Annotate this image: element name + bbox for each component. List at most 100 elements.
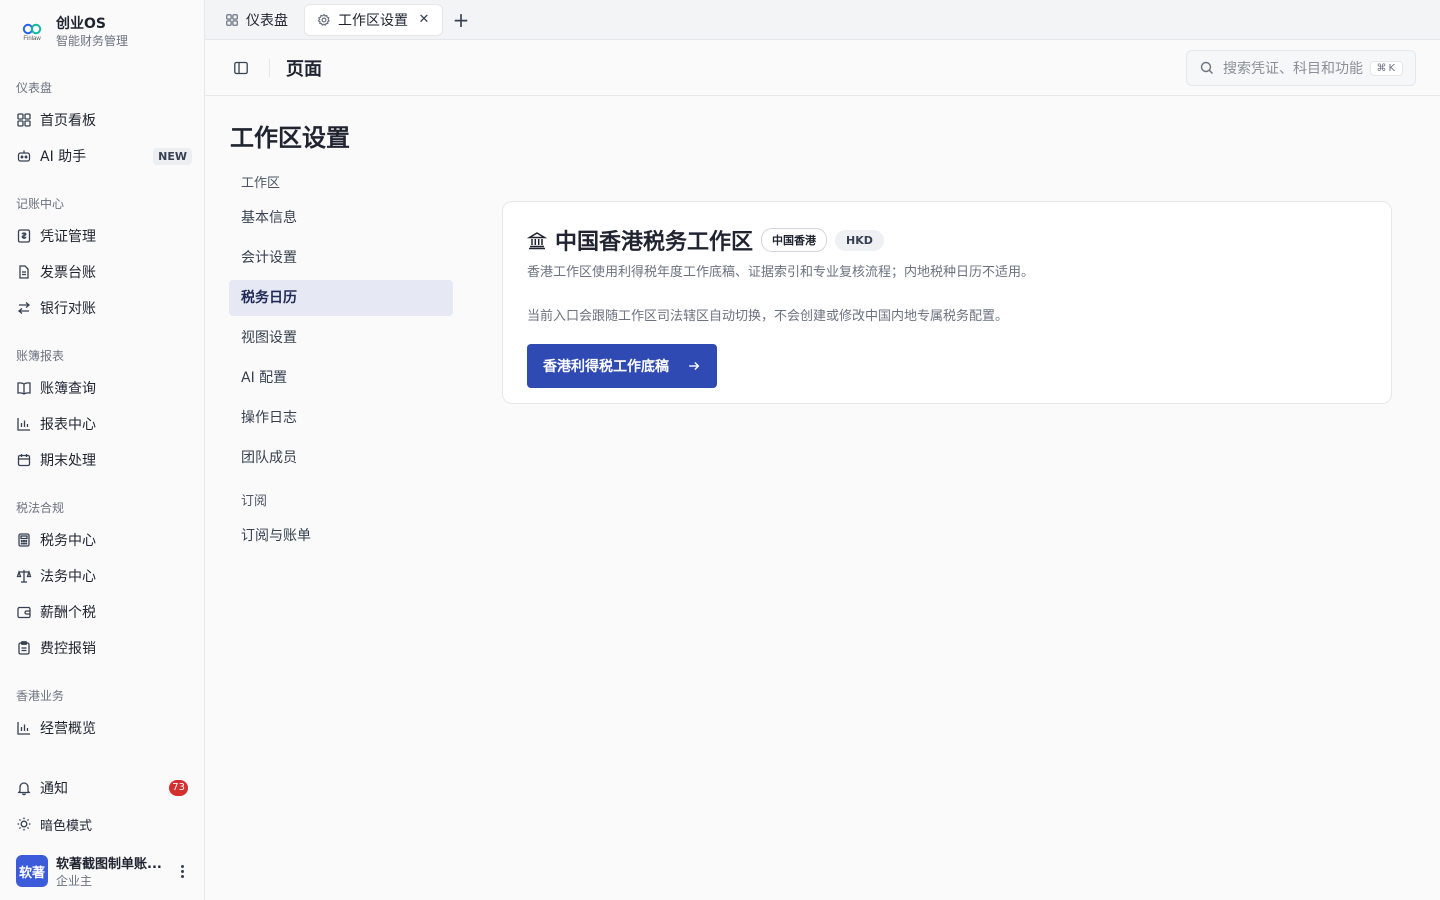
swap-icon [16,300,32,316]
brand-logo-icon: Finlaw [16,16,48,48]
search-icon [1199,60,1215,76]
subnav-item-view-settings[interactable]: 视图设置 [229,320,453,356]
subnav-group-title: 工作区 [241,176,281,191]
sidebar-item-invoices[interactable]: 发票台账 [0,254,204,290]
notifications-button[interactable]: 通知 73 [0,770,204,806]
page-breadcrumb: 页面 [286,58,322,80]
wallet-icon [16,604,32,620]
bar-chart-icon [16,416,32,432]
tab-label: 工作区设置 [338,12,408,29]
hk-tax-workspace-card: 中国香港税务工作区 中国香港 HKD 香港工作区使用利得税年度工作底稿、证据索引… [502,201,1392,404]
sun-icon [16,816,32,832]
sidebar-item-label: 经营概览 [40,721,96,737]
dark-mode-label: 暗色模式 [40,818,93,834]
brand-subtitle: 智能财务管理 [56,34,129,48]
nav-group-title: 记账中心 [16,197,65,211]
sidebar-item-period-end[interactable]: 期末处理 [0,442,204,478]
nav-group-title: 税法合规 [16,501,65,515]
sidebar-item-expense-control[interactable]: 费控报销 [0,630,204,666]
sidebar-item-label: 银行对账 [40,301,96,317]
tab-workspace-settings[interactable]: 工作区设置 ✕ [304,3,443,36]
tab-label: 仪表盘 [246,12,288,29]
notification-count-badge: 73 [169,780,188,796]
settings-subnav: 工作区 基本信息 会计设置 税务日历 视图设置 AI 配置 操作日志 团队成员 … [229,172,453,558]
subnav-item-audit-log[interactable]: 操作日志 [229,400,453,436]
new-badge: NEW [153,147,192,165]
calculator-icon [16,532,32,548]
sidebar-item-label: 税务中心 [40,533,96,549]
grid-icon [225,13,239,27]
sidebar-item-bank-reconciliation[interactable]: 银行对账 [0,290,204,326]
user-role: 企业主 [56,874,93,888]
subnav-group-title: 订阅 [241,494,268,509]
cta-label: 香港利得税工作底稿 [543,359,669,375]
sidebar-item-payroll-tax[interactable]: 薪酬个税 [0,594,204,630]
sidebar-nav: 仪表盘 首页看板 AI 助手 NEW 记账中心 凭证管理 发票台账 银行对账 账… [0,74,204,760]
card-title: 中国香港税务工作区 [555,230,754,255]
sidebar-item-label: 发票台账 [40,265,96,281]
page-title: 工作区设置 [230,124,350,152]
sidebar-item-label: 费控报销 [40,641,96,657]
dark-mode-toggle[interactable]: 暗色模式 [0,806,204,842]
arrow-right-icon [687,359,701,373]
search-shortcut: ⌘K [1370,60,1403,76]
notifications-label: 通知 [40,781,68,797]
main-content: 工作区设置 工作区 基本信息 会计设置 税务日历 视图设置 AI 配置 操作日志… [205,96,1440,900]
grid-icon [16,112,32,128]
sidebar-toggle-icon[interactable] [229,56,253,80]
book-icon [16,380,32,396]
tab-dashboard[interactable]: 仪表盘 [213,4,300,36]
voucher-icon [16,228,32,244]
hk-profits-tax-workpaper-button[interactable]: 香港利得税工作底稿 [527,344,717,388]
page-header: 页面 搜索凭证、科目和功能 ⌘K [205,40,1440,96]
card-note: 当前入口会跟随工作区司法辖区自动切换，不会创建或修改中国内地专属税务配置。 [527,309,1009,324]
file-icon [16,264,32,280]
add-tab-button[interactable]: + [447,6,475,34]
sidebar-item-label: 凭证管理 [40,229,96,245]
bank-icon [527,230,547,250]
user-profile[interactable]: 软著 软著截图制单账... 企业主 [0,842,204,900]
sidebar-bottom: 通知 73 暗色模式 软著 软著截图制单账... 企业主 [0,770,204,900]
sidebar-item-dashboard-home[interactable]: 首页看板 [0,102,204,138]
sidebar-item-legal-center[interactable]: 法务中心 [0,558,204,594]
bar-chart-icon [16,720,32,736]
bell-icon [16,780,32,796]
sidebar-item-ai-assistant[interactable]: AI 助手 NEW [0,138,204,174]
gear-icon [317,13,331,27]
currency-badge: HKD [835,229,884,251]
sidebar-item-label: 薪酬个税 [40,605,96,621]
sidebar-item-label: 账簿查询 [40,381,96,397]
card-description: 香港工作区使用利得税年度工作底稿、证据索引和专业复核流程；内地税种日历不适用。 [527,265,1035,280]
sidebar-item-label: 报表中心 [40,417,96,433]
bot-icon [16,148,32,164]
sidebar-item-hk-overview[interactable]: 经营概览 [0,710,204,746]
subnav-item-basic-info[interactable]: 基本信息 [229,200,453,236]
header-divider [269,58,270,77]
sidebar-item-ledger-query[interactable]: 账簿查询 [0,370,204,406]
close-icon[interactable]: ✕ [418,12,430,27]
sidebar-item-vouchers[interactable]: 凭证管理 [0,218,204,254]
clipboard-icon [16,640,32,656]
subnav-item-tax-calendar[interactable]: 税务日历 [229,280,453,316]
search-placeholder: 搜索凭证、科目和功能 [1223,61,1363,77]
sidebar-item-label: 法务中心 [40,569,96,585]
sidebar-item-tax-center[interactable]: 税务中心 [0,522,204,558]
brand-name: 创业OS [56,16,106,32]
more-vertical-icon[interactable] [174,861,190,881]
subnav-item-ai-config[interactable]: AI 配置 [229,360,453,396]
sidebar: Finlaw 创业OS 智能财务管理 仪表盘 首页看板 AI 助手 NEW 记账… [0,0,205,900]
sidebar-item-label: AI 助手 [40,149,87,165]
user-name: 软著截图制单账... [56,857,162,872]
scale-icon [16,568,32,584]
subnav-item-billing[interactable]: 订阅与账单 [229,518,453,554]
nav-group-title: 香港业务 [16,689,65,703]
tab-bar: 仪表盘 工作区设置 ✕ + [205,0,1440,40]
sidebar-item-reports[interactable]: 报表中心 [0,406,204,442]
brand-logo-word: Finlaw [23,35,41,42]
brand[interactable]: Finlaw 创业OS 智能财务管理 [16,12,128,52]
search-input[interactable]: 搜索凭证、科目和功能 ⌘K [1186,50,1416,86]
nav-group-title: 仪表盘 [16,81,53,95]
sidebar-item-label: 首页看板 [40,113,96,129]
subnav-item-accounting[interactable]: 会计设置 [229,240,453,276]
subnav-item-team-members[interactable]: 团队成员 [229,440,453,476]
